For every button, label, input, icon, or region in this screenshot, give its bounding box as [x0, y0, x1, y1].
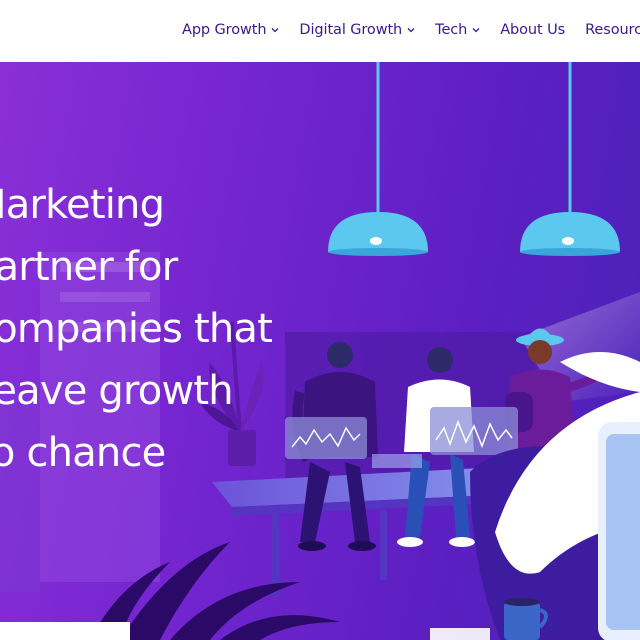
- nav-item-label: Digital Growth: [299, 22, 403, 38]
- hero-section: Marketing partner for companies that lea…: [0, 62, 640, 640]
- headline-line: partner for: [0, 244, 178, 290]
- chevron-down-icon: [472, 26, 480, 34]
- ceiling-lamp: [328, 212, 428, 252]
- chevron-down-icon: [407, 26, 415, 34]
- nav-item-about-us[interactable]: About Us: [500, 22, 565, 38]
- headline-line: companies that: [0, 306, 273, 352]
- headline-line: to chance: [0, 430, 166, 476]
- hero-headline: Marketing partner for companies that lea…: [0, 174, 273, 484]
- nav-menu: App Growth Digital Growth Tech About Us …: [182, 19, 640, 41]
- laptop-screen-1: [285, 417, 367, 459]
- headline-line: leave growth: [0, 368, 234, 414]
- laptop-screen-2: [430, 407, 518, 455]
- nav-item-tech[interactable]: Tech: [435, 22, 480, 38]
- top-navigation: App Growth Digital Growth Tech About Us …: [0, 0, 640, 62]
- nav-item-label: About Us: [500, 22, 566, 38]
- headline-line: Marketing: [0, 182, 165, 228]
- bottom-card: [0, 622, 130, 640]
- nav-item-resources[interactable]: Resources: [585, 22, 640, 38]
- nav-item-label: Tech: [435, 22, 468, 38]
- ceiling-lamp: [520, 212, 620, 252]
- nav-item-label: Resources: [585, 22, 640, 38]
- nav-item-digital-growth[interactable]: Digital Growth: [299, 22, 415, 38]
- nav-item-label: App Growth: [182, 22, 267, 38]
- nav-item-app-growth[interactable]: App Growth: [182, 22, 279, 38]
- chevron-down-icon: [271, 26, 279, 34]
